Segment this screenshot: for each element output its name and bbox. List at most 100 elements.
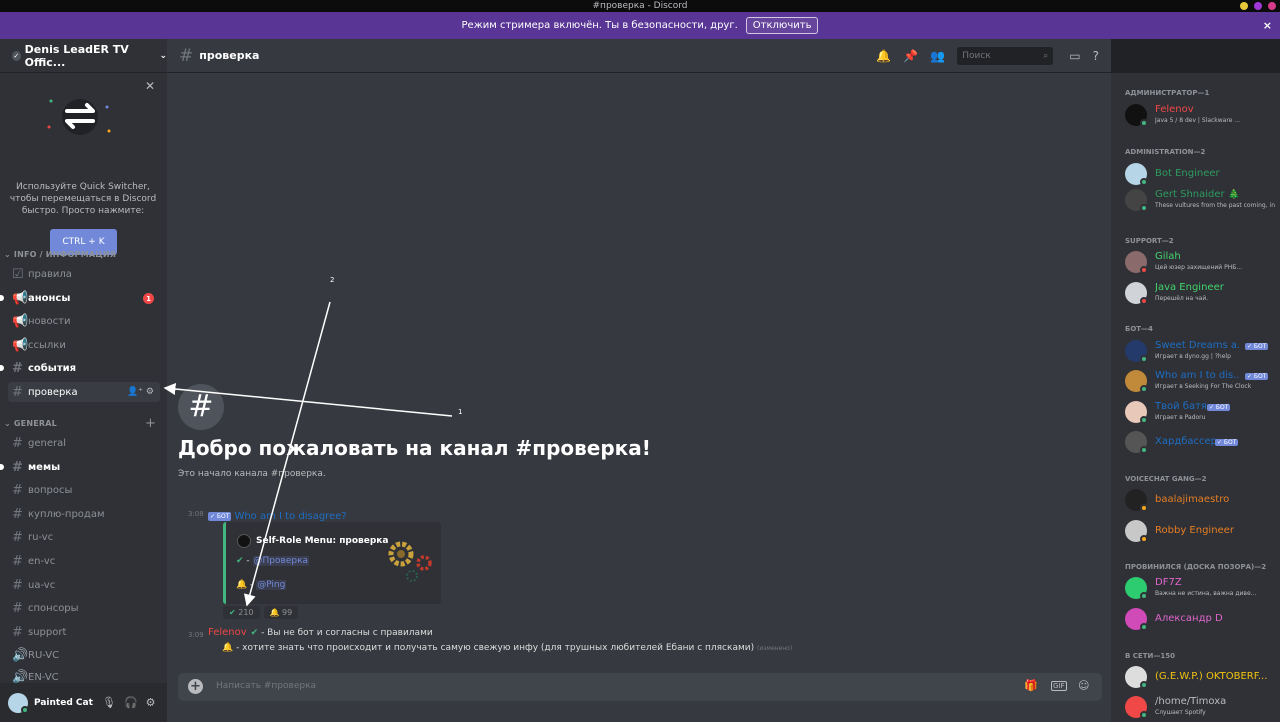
channel-announcements[interactable]: 📢 анонсы 1 bbox=[0, 288, 160, 308]
unread-indicator bbox=[0, 464, 4, 470]
close-window-button[interactable] bbox=[1268, 2, 1276, 10]
channel-questions[interactable]: # вопросы bbox=[8, 480, 160, 500]
chat-area: # проверка 🔔 📌 👥 Поиск ⌕ ▭ ? # Добро пожа… bbox=[167, 39, 1111, 722]
status-indicator bbox=[1140, 535, 1148, 543]
edited-label: (изменено) bbox=[757, 645, 793, 652]
message-text: - хотите знать что происходит и получать… bbox=[236, 643, 755, 653]
member-df7z[interactable]: DF7Z Важна не истина, важна диве... bbox=[1125, 575, 1275, 603]
channel-en-vc[interactable]: # en-vc bbox=[8, 551, 160, 571]
headphones-icon[interactable]: 🎧 bbox=[124, 696, 138, 709]
member-felenov[interactable]: Felenov Java 5 / 8 dev | Slackware ... bbox=[1125, 102, 1275, 130]
search-input[interactable]: Поиск ⌕ bbox=[957, 47, 1054, 65]
member-gert[interactable]: Gert Shnaider 🎄 These vultures from the … bbox=[1125, 187, 1275, 215]
member-java-engineer[interactable]: Java Engineer Перешёл на чай. bbox=[1125, 280, 1275, 308]
gear-icon[interactable]: ⚙ bbox=[146, 387, 154, 397]
channel-rules[interactable]: ☑ правила bbox=[8, 264, 160, 284]
member-activity: Перешёл на чай. bbox=[1155, 295, 1209, 302]
member-category: АДМИНИСТРАТОР—1 bbox=[1125, 89, 1210, 97]
invite-icon[interactable]: 👤⁺ bbox=[127, 387, 143, 397]
disable-streamer-mode-button[interactable]: Отключить bbox=[745, 17, 819, 34]
status-indicator bbox=[1140, 178, 1148, 186]
gear-icon[interactable]: ⚙ bbox=[146, 696, 156, 709]
help-icon[interactable]: ? bbox=[1093, 49, 1099, 63]
member-robby-engineer[interactable]: Robby Engineer bbox=[1125, 518, 1275, 546]
online-status bbox=[21, 705, 29, 714]
channel-buy-sell[interactable]: # куплю-продам bbox=[8, 504, 160, 524]
member-category: БОТ—4 bbox=[1125, 325, 1153, 333]
channel-news[interactable]: 📢 новости bbox=[8, 311, 160, 331]
close-icon[interactable]: × bbox=[1263, 19, 1272, 32]
member-timoxa[interactable]: /home/Timoxa Слушает Spotify bbox=[1125, 694, 1275, 722]
server-header[interactable]: ✓ Denis LeadER TV Offic... ⌄ bbox=[0, 39, 167, 73]
member-sweet-dreams[interactable]: Sweet Dreams a... ✓ БОТ Играет в dyno.gg… bbox=[1125, 338, 1275, 366]
member-name: Sweet Dreams a... bbox=[1155, 340, 1239, 351]
message-timestamp: 3:08 bbox=[188, 510, 204, 518]
member-name: Твой батя bbox=[1155, 401, 1207, 412]
channel-label: ссылки bbox=[28, 339, 66, 351]
switch-arrows-icon bbox=[47, 99, 111, 135]
channel-ru-vc[interactable]: # ru-vc bbox=[8, 527, 160, 547]
window-titlebar: #проверка - Discord bbox=[0, 0, 1280, 12]
channel-links[interactable]: 📢 ссылки bbox=[8, 335, 160, 355]
pin-icon[interactable]: 📌 bbox=[903, 49, 918, 63]
channel-general[interactable]: # general bbox=[8, 433, 160, 453]
member-name: Who am I to dis... bbox=[1155, 370, 1239, 381]
reaction-count: 99 bbox=[282, 608, 293, 617]
status-indicator bbox=[1140, 416, 1148, 424]
bell-icon[interactable]: 🔔 bbox=[876, 49, 891, 63]
channel-ua-vc[interactable]: # ua-vc bbox=[8, 575, 160, 595]
member-baalajimaestro[interactable]: baalajimaestro bbox=[1125, 487, 1275, 515]
member-who-am-i[interactable]: Who am I to dis... ✓ БОТ Играет в Seekin… bbox=[1125, 368, 1275, 396]
message-timestamp: 3:09 bbox=[188, 631, 204, 639]
status-indicator bbox=[1140, 385, 1148, 393]
member-gilah[interactable]: Gilah Цей юзер захищений PHБ... bbox=[1125, 249, 1275, 277]
member-hardbasser[interactable]: Хардбассер ✓ БОТ bbox=[1125, 429, 1275, 457]
member-activity: Цей юзер захищений PHБ... bbox=[1155, 264, 1243, 271]
member-category: ПРОВИНИЛСЯ (ДОСКА ПОЗОРА)—2 bbox=[1125, 563, 1267, 571]
channel-check[interactable]: # проверка 👤⁺ ⚙ bbox=[8, 382, 160, 402]
category-general[interactable]: ⌄ GENERAL + bbox=[4, 416, 156, 431]
emoji-icon[interactable]: ☺ bbox=[1078, 679, 1089, 692]
microphone-icon[interactable]: 🎙 bbox=[102, 696, 116, 709]
channel-label: спонсоры bbox=[28, 602, 79, 614]
reaction-check[interactable]: ✔ 210 bbox=[223, 606, 260, 619]
members-icon[interactable]: 👥 bbox=[930, 49, 945, 63]
gift-icon[interactable]: 🎁 bbox=[1024, 679, 1038, 692]
category-info[interactable]: ⌄ INFO / ИНФОРМАЦИЯ bbox=[4, 250, 116, 259]
status-indicator bbox=[1140, 204, 1148, 212]
gif-icon[interactable]: GIF bbox=[1051, 681, 1067, 691]
user-panel: Painted Cat 🎙 🎧 ⚙ bbox=[0, 683, 167, 722]
status-indicator bbox=[1140, 446, 1148, 454]
role-mention[interactable]: @Ping bbox=[256, 580, 287, 590]
member-aleksandr[interactable]: Александр D bbox=[1125, 606, 1275, 634]
reactions: ✔ 210 🔔 99 bbox=[223, 606, 302, 619]
channel-sponsors[interactable]: # спонсоры bbox=[8, 598, 160, 618]
reaction-bell[interactable]: 🔔 99 bbox=[263, 606, 299, 619]
inbox-icon[interactable]: ▭ bbox=[1069, 49, 1080, 63]
avatar[interactable] bbox=[8, 692, 29, 714]
header-toolbar: 🔔 📌 👥 Поиск ⌕ ▭ ? bbox=[876, 39, 1111, 73]
close-icon[interactable]: ✕ bbox=[145, 79, 155, 93]
status-indicator bbox=[1140, 266, 1148, 274]
message-composer[interactable]: + Написать #проверка 🎁 GIF ☺ bbox=[178, 673, 1102, 701]
upload-icon[interactable]: + bbox=[188, 679, 203, 694]
member-bot-engineer[interactable]: Bot Engineer bbox=[1125, 161, 1275, 189]
category-label: INFO / ИНФОРМАЦИЯ bbox=[13, 250, 117, 259]
message-author[interactable]: Felenov bbox=[208, 627, 247, 638]
message-author[interactable]: Who am I to disagree? bbox=[234, 511, 346, 522]
maximize-button[interactable] bbox=[1254, 2, 1262, 10]
hash-icon: # bbox=[12, 624, 23, 640]
channel-support[interactable]: # support bbox=[8, 622, 160, 642]
bot-tag: ✓ БОТ bbox=[1207, 404, 1231, 411]
welcome-title: Добро пожаловать на канал #проверка! bbox=[178, 436, 651, 460]
member-tvoy-batya[interactable]: Твой батя ✓ БОТ Играет в Padoru bbox=[1125, 399, 1275, 427]
channel-memes[interactable]: # мемы bbox=[0, 457, 160, 477]
voice-channel-ru[interactable]: 🔊 RU-VC bbox=[8, 645, 160, 665]
minimize-button[interactable] bbox=[1240, 2, 1248, 10]
member-oktoberfest[interactable]: (G.E.W.P.) OKTOBERF... bbox=[1125, 664, 1275, 692]
add-channel-icon[interactable]: + bbox=[145, 416, 156, 431]
channel-events[interactable]: # события bbox=[0, 358, 160, 378]
bot-tag: ✓ БОТ bbox=[1215, 439, 1239, 446]
member-name: Александр D bbox=[1155, 613, 1223, 624]
role-mention[interactable]: @Проверка bbox=[252, 556, 310, 566]
